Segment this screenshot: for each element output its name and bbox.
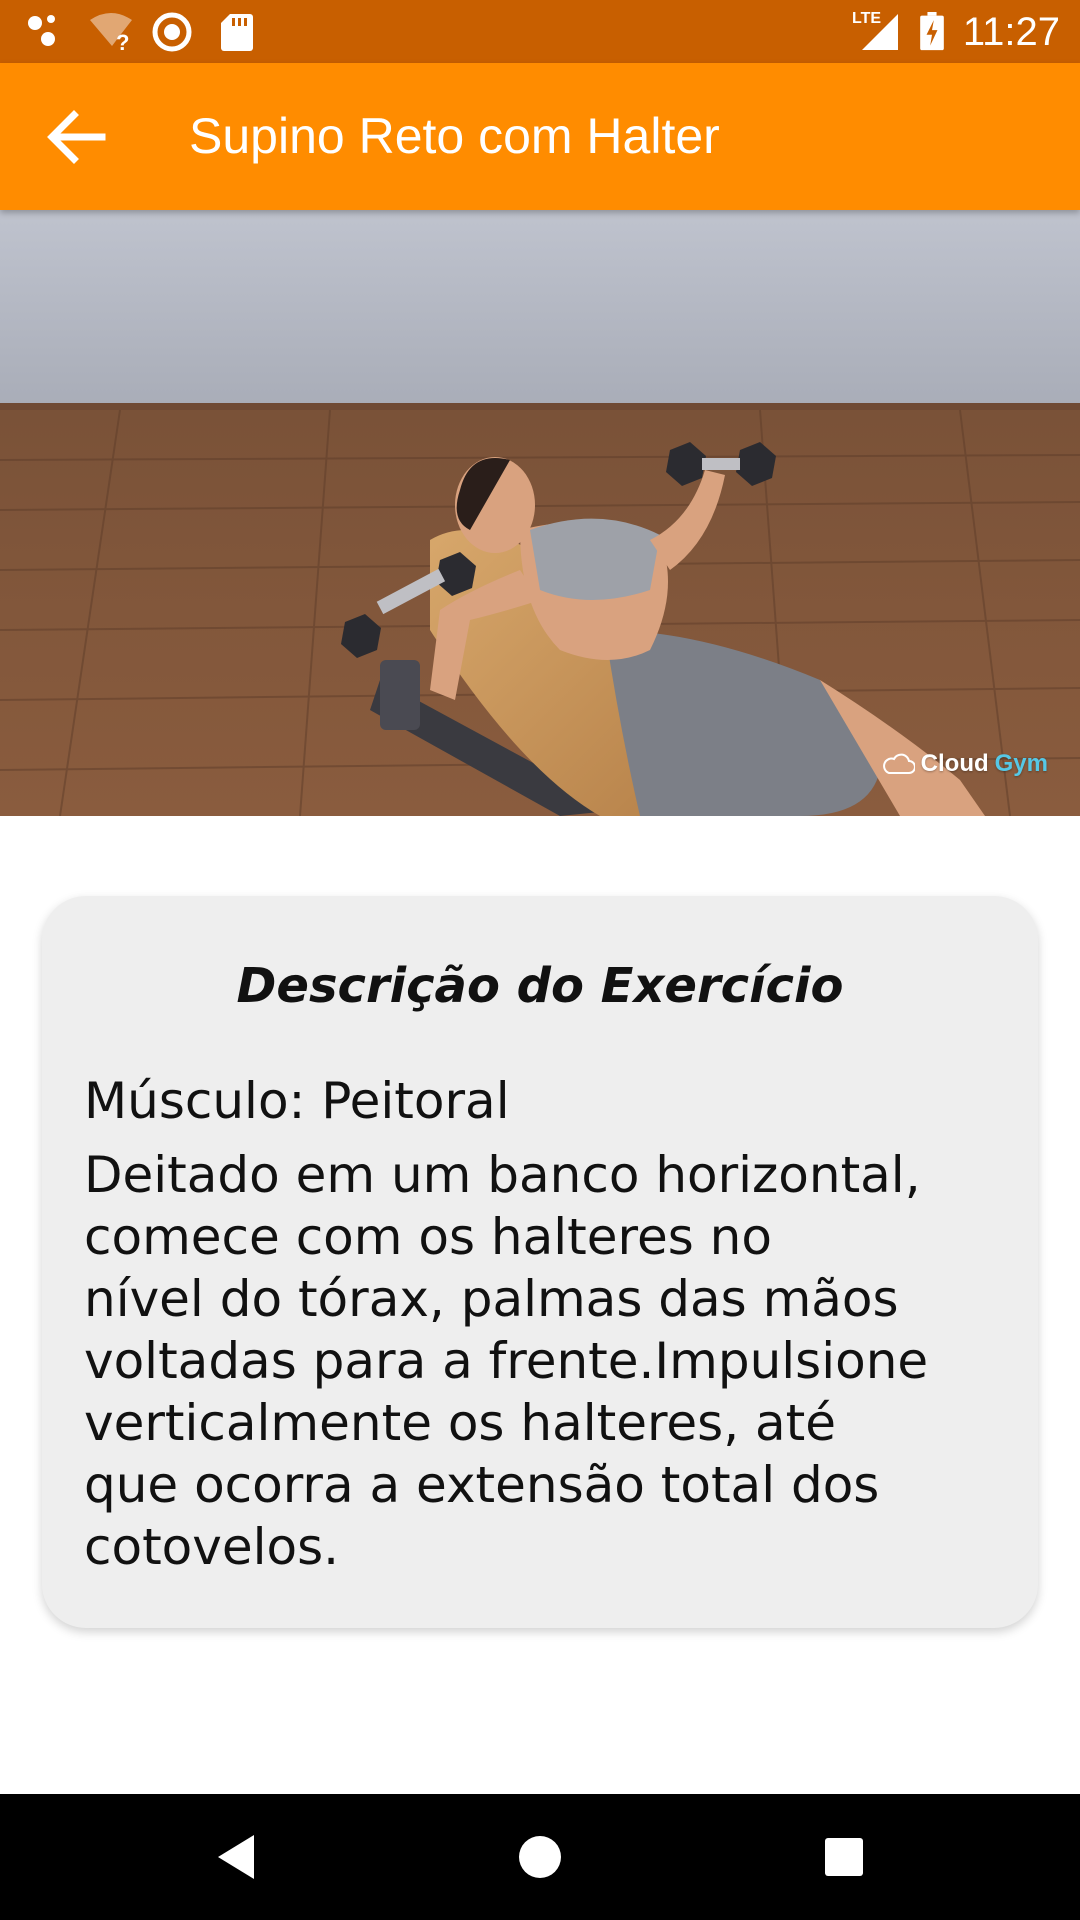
svg-text:?: ? [116,30,129,52]
cloud-icon [882,753,915,774]
status-time: 11:27 [962,10,1060,54]
exercise-description: Deitado em um banco horizontal, comece c… [84,1146,929,1576]
nav-back-button[interactable] [206,1827,266,1887]
app-bar: Supino Reto com Halter [0,63,1080,210]
nav-home-button[interactable] [510,1827,570,1887]
assistant-dots-icon [28,15,55,46]
muscle-label: Músculo: Peitoral [84,1072,510,1130]
arrow-back-icon [47,110,106,164]
sd-card-icon [221,14,253,51]
watermark-brand-1: Cloud [920,750,989,777]
screen: ? LTE 11:27 Supino Reto com Halter Cloud… [0,0,1080,1920]
nav-recents-button[interactable] [814,1827,874,1887]
watermark: Cloud Gym [881,750,1048,778]
navigation-bar [0,1794,1080,1920]
circle-notification-icon [152,12,192,52]
recents-square-icon [825,1838,863,1876]
exercise-photo [0,210,1080,816]
back-button[interactable] [28,89,124,185]
watermark-brand-2: Gym [994,750,1048,777]
status-bar: ? LTE 11:27 [0,0,1080,63]
home-circle-icon [519,1836,561,1878]
description-card: Descrição do Exercício Músculo: Peitoral… [42,896,1038,1628]
page-title: Supino Reto com Halter [189,108,720,164]
battery-charging-icon [920,12,944,51]
exercise-image: Cloud Gym [0,210,1080,816]
lte-signal-icon [862,14,898,50]
card-title: Descrição do Exercício [236,958,844,1014]
back-triangle-icon [218,1835,254,1879]
wifi-unknown-icon: ? [90,13,132,52]
